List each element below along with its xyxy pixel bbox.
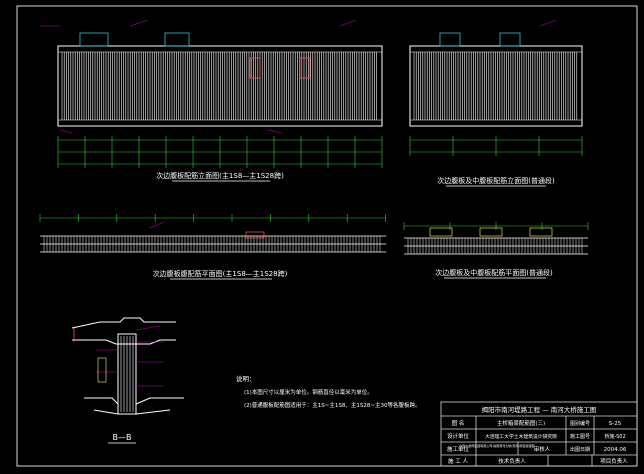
title-block-design-unit-label: 设计单位 (447, 432, 470, 440)
section-b-b-title: B—B (113, 433, 132, 442)
elevation-right-title: 次边腹板及中腹板配筋立面图(普通段) (437, 176, 555, 185)
cad-drawing-canvas[interactable]: 次边腹板配筋立面图(主1S8—主1S28跨) 次边腹板及中腹板配筋立面图(普通段… (0, 0, 644, 474)
title-block-project-no: 桥施-S02 (604, 433, 625, 440)
notes-line-1: (1)本图尺寸以厘米为单位。钢筋直径以毫米为单位。 (244, 388, 373, 396)
title-block-drawing-name: 主桥箱梁配筋图(三) (497, 419, 545, 427)
elevation-left-title: 次边腹板配筋立面图(主1S8—主1S28跨) (156, 171, 284, 180)
title-block-design-unit: 大连理工大学土木建筑设计研究院 (485, 433, 557, 440)
title-block-drawing-no: S-25 (609, 421, 622, 427)
title-block-drawing-name-label: 图 名 (452, 419, 465, 427)
title-block-review-label: 审核人 (534, 445, 551, 453)
title-block-project-no-label: 施工图号 (570, 433, 590, 440)
title-block-tech-person-label: 技术负责人 (498, 457, 526, 465)
plan-left-title: 次边腹板腹配筋平面图(主1S8—主1S28跨) (153, 269, 288, 278)
title-block-site-person-label: 施 工 人 (448, 457, 468, 465)
plan-right-title: 次边腹板及中腹板配筋平面图(普通段) (435, 268, 553, 277)
title-block-date-label: 出图日期 (570, 446, 590, 453)
title-block-construction-unit: 中铁大桥局集团有限公司 揭阳南河大桥(南河)项目经理部 (459, 443, 534, 448)
title-block-project: 揭阳市南河堤路工程 — 南河大桥施工图 (482, 405, 597, 414)
title-block-project-manager-label: 项目负责人 (600, 457, 628, 465)
notes-heading: 说明： (236, 374, 256, 383)
notes-line-2: (2)普通腹板配筋图适用于：主1S~主1S8、主1S28~主30等各腹板跨。 (244, 401, 420, 409)
title-block-date: 2004.06 (604, 447, 627, 453)
title-block-drawing-no-label: 图别编号 (570, 420, 590, 427)
